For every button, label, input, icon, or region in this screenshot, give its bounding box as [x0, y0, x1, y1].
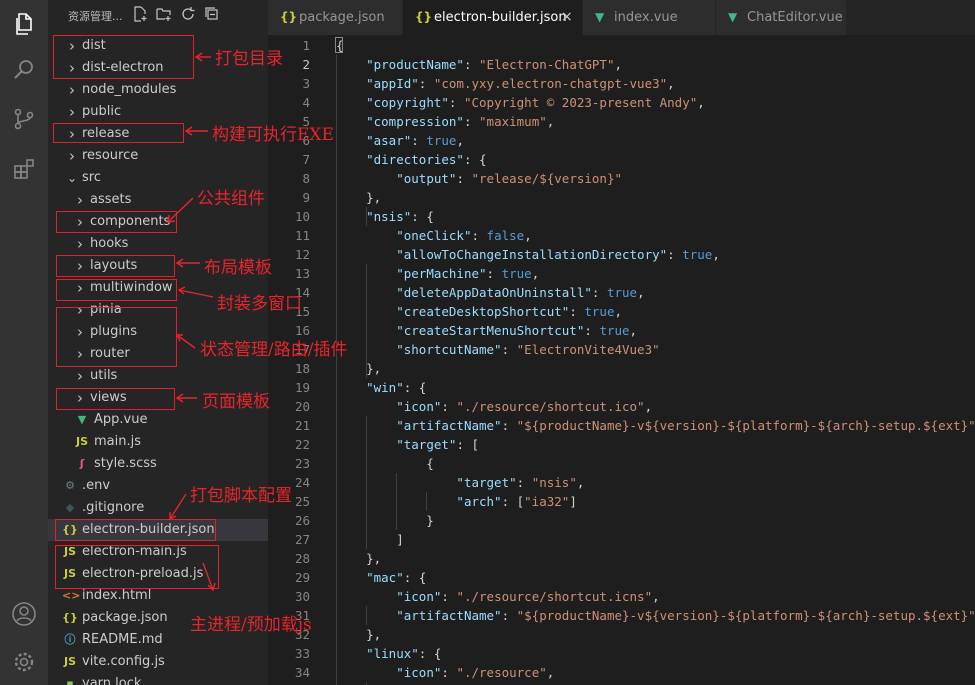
annotation-note: 主进程/预加载js	[190, 615, 312, 635]
annotation-note: 布局模板	[204, 258, 272, 278]
annotation-note: 页面模板	[202, 392, 270, 412]
annotation-note: 打包目录	[215, 49, 283, 69]
annotation-note: 公共组件	[197, 189, 265, 209]
annotation-arrows	[167, 52, 216, 592]
annotation-note: 状态管理/路由/插件	[200, 340, 348, 360]
annotation-note: 封装多窗口	[217, 294, 302, 314]
annotation-note: 构建可执行EXE	[212, 125, 334, 145]
annotation-note: 打包脚本配置	[190, 486, 292, 506]
